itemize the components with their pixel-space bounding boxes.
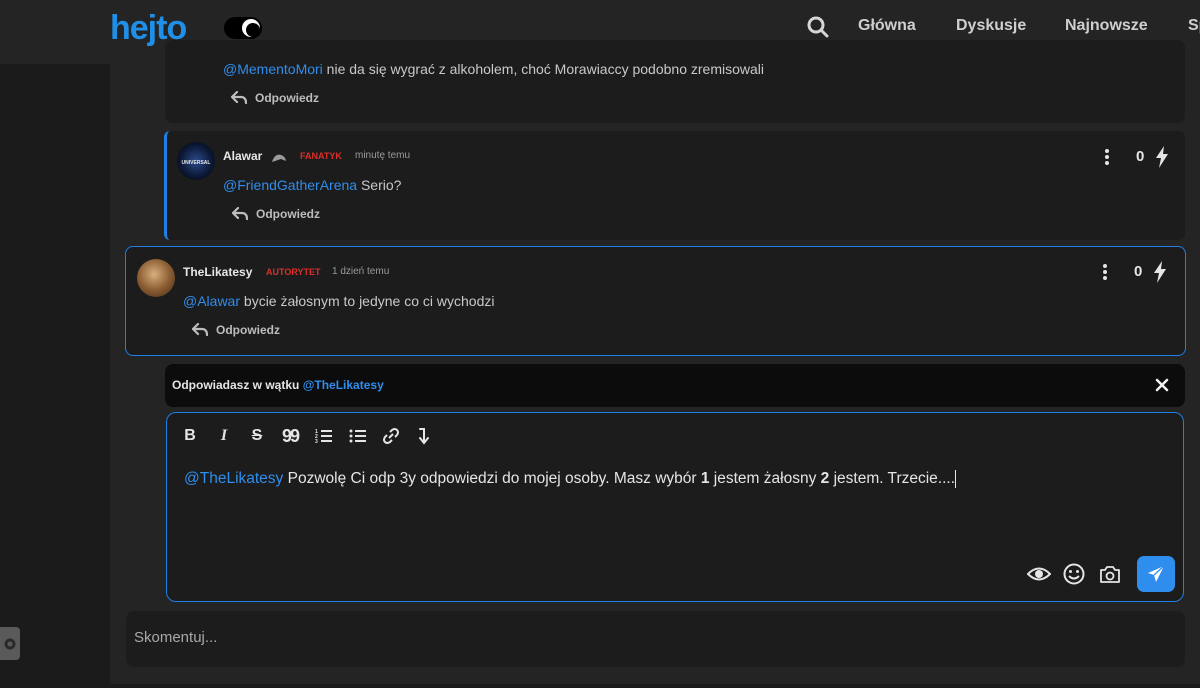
lightning-vote-icon[interactable] bbox=[1153, 261, 1167, 287]
mention-link[interactable]: @TheLikatesy bbox=[184, 470, 283, 487]
timestamp: 1 dzień temu bbox=[332, 266, 390, 277]
link-icon[interactable] bbox=[382, 427, 400, 445]
mention-link[interactable]: @MementoMori bbox=[223, 61, 323, 77]
author-name[interactable]: TheLikatesy bbox=[183, 265, 252, 279]
search-icon[interactable] bbox=[806, 14, 830, 40]
emoji-icon[interactable] bbox=[1063, 563, 1085, 589]
rank-badge: AUTORYTET bbox=[266, 267, 321, 277]
reply-arrow-icon bbox=[231, 91, 247, 105]
comment-card: UNIVERSAL Alawar FANATYK minutę temu 0 @… bbox=[164, 131, 1185, 240]
quote-button[interactable]: 99 bbox=[281, 426, 300, 446]
nav-more[interactable]: Sp bbox=[1188, 17, 1200, 35]
reply-arrow-icon bbox=[192, 323, 208, 337]
vote-count: 0 bbox=[1134, 263, 1143, 280]
arrow-down-icon[interactable] bbox=[418, 427, 430, 445]
new-comment-box bbox=[126, 611, 1185, 667]
reply-button[interactable]: Odpowiedz bbox=[192, 323, 280, 337]
timestamp: minutę temu bbox=[355, 150, 411, 161]
user-badge-icon bbox=[271, 149, 287, 168]
comment-text: @FriendGatherArena Serio? bbox=[223, 177, 402, 193]
nav-najnowsze[interactable]: Najnowsze bbox=[1065, 17, 1148, 35]
lightning-vote-icon[interactable] bbox=[1155, 146, 1169, 172]
avatar[interactable]: UNIVERSAL bbox=[177, 142, 215, 180]
comment-input[interactable] bbox=[134, 629, 1134, 646]
nav-dyskusje[interactable]: Dyskusje bbox=[956, 17, 1026, 35]
comment-text: @Alawar bycie żałosnym to jedyne co ci w… bbox=[183, 293, 495, 309]
close-icon[interactable] bbox=[1155, 377, 1169, 393]
editor-text[interactable]: @TheLikatesy Pozwolę Ci odp 3y odpowiedz… bbox=[184, 470, 957, 488]
svg-text:3: 3 bbox=[315, 439, 318, 444]
dark-mode-toggle[interactable] bbox=[224, 17, 262, 39]
rank-badge: FANATYK bbox=[300, 151, 342, 161]
ordered-list-icon[interactable]: 123 bbox=[315, 427, 333, 445]
toggle-knob-icon bbox=[242, 19, 260, 37]
unordered-list-icon[interactable] bbox=[349, 427, 367, 445]
mention-link[interactable]: @FriendGatherArena bbox=[223, 177, 357, 193]
reply-context-banner: Odpowiadasz w wątku @TheLikatesy bbox=[165, 364, 1185, 407]
left-sidebar bbox=[0, 64, 110, 688]
eye-icon[interactable] bbox=[1026, 565, 1052, 587]
reply-button[interactable]: Odpowiedz bbox=[231, 91, 319, 105]
italic-button[interactable]: I bbox=[217, 427, 231, 445]
reply-target-link[interactable]: @TheLikatesy bbox=[303, 378, 384, 392]
author-name[interactable]: Alawar bbox=[223, 149, 262, 163]
more-options-icon[interactable] bbox=[1102, 264, 1108, 282]
nav-glowna[interactable]: Główna bbox=[858, 17, 916, 35]
comment-text: @MementoMori nie da się wygrać z alkohol… bbox=[223, 61, 764, 77]
svg-text:UNIVERSAL: UNIVERSAL bbox=[182, 160, 211, 166]
send-icon bbox=[1148, 565, 1165, 582]
vote-count: 0 bbox=[1136, 148, 1145, 165]
reply-editor[interactable]: B I S 99 123 @TheLikatesy Pozwolę Ci odp… bbox=[166, 412, 1184, 602]
mention-link[interactable]: @Alawar bbox=[183, 293, 240, 309]
bold-button[interactable]: B bbox=[183, 427, 197, 445]
strikethrough-button[interactable]: S bbox=[249, 427, 265, 445]
reply-context-text: Odpowiadasz w wątku @TheLikatesy bbox=[172, 378, 384, 392]
settings-gear-icon[interactable] bbox=[0, 627, 20, 660]
send-button[interactable] bbox=[1137, 556, 1175, 592]
camera-icon[interactable] bbox=[1099, 565, 1121, 588]
more-options-icon[interactable] bbox=[1104, 149, 1110, 167]
reply-button[interactable]: Odpowiedz bbox=[232, 207, 320, 221]
text-cursor bbox=[955, 470, 957, 488]
reply-arrow-icon bbox=[232, 207, 248, 221]
avatar[interactable] bbox=[137, 259, 175, 297]
comment-card-active: TheLikatesy AUTORYTET 1 dzień temu 0 @Al… bbox=[125, 246, 1186, 356]
comment-card: @MementoMori nie da się wygrać z alkohol… bbox=[165, 40, 1185, 123]
